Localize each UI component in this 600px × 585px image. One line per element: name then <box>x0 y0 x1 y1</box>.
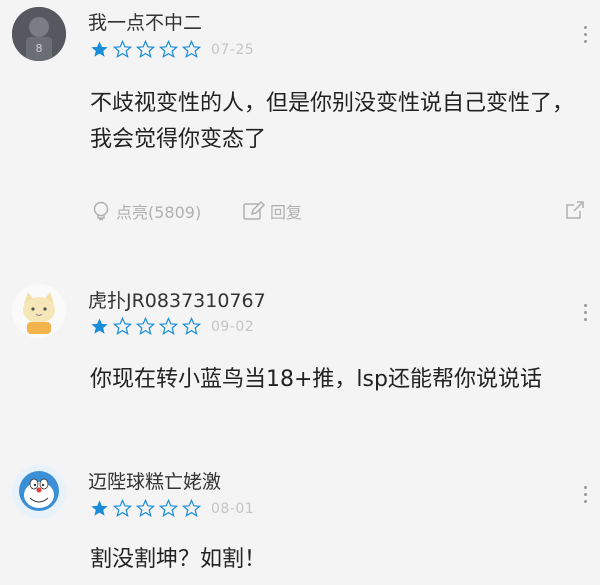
rating-stars: 09-02 <box>90 317 254 336</box>
comment-item: 虎扑JR0837310767 09-02 你现在转小蓝鸟当18+推，lsp还能帮… <box>0 270 600 440</box>
star-filled-icon <box>91 41 108 57</box>
star-empty-icon <box>113 499 132 518</box>
username[interactable]: 我一点不中二 <box>88 8 202 35</box>
avatar[interactable]: 8 <box>12 7 66 61</box>
star-filled-icon <box>91 318 108 334</box>
share-icon <box>566 201 584 219</box>
star-empty-icon <box>136 317 155 336</box>
reply-edit-icon <box>243 200 266 220</box>
star-empty-icon <box>182 317 201 336</box>
star-empty-icon <box>182 40 201 59</box>
comment-date: 09-02 <box>211 318 255 335</box>
comment-item: 8 我一点不中二 07-25 不歧视变性的人，但是你别没变性说自己变性了，我会觉… <box>0 0 600 250</box>
comment-text: 不歧视变性的人，但是你别没变性说自己变性了，我会觉得你变态了 <box>90 91 575 152</box>
comment-actions: 点亮(5809) 回复 <box>90 197 590 227</box>
comment-date: 08-01 <box>211 500 255 517</box>
like-count-label: 点亮(5809) <box>116 203 202 222</box>
star-empty-icon <box>159 499 178 518</box>
avatar[interactable] <box>12 284 66 338</box>
more-vertical-icon[interactable] <box>582 486 588 503</box>
star-empty-icon <box>136 40 155 59</box>
more-vertical-icon[interactable] <box>582 304 588 321</box>
comment-date: 07-25 <box>211 41 255 58</box>
avatar-badge: 8 <box>36 42 43 55</box>
star-empty-icon <box>113 317 132 336</box>
username[interactable]: 迈陛球糕亡姥激 <box>88 467 221 494</box>
star-filled-icon <box>91 500 108 516</box>
star-empty-icon <box>159 317 178 336</box>
share-button[interactable] <box>564 199 590 221</box>
star-empty-icon <box>182 499 201 518</box>
comment-text: 割没割坤？如割！ <box>90 547 267 572</box>
avatar[interactable] <box>12 465 66 519</box>
reply-label: 回复 <box>270 203 303 222</box>
username[interactable]: 虎扑JR0837310767 <box>88 286 266 313</box>
comment-item: 迈陛球糕亡姥激 08-01 割没割坤？如割！ <box>0 455 600 585</box>
star-empty-icon <box>113 40 132 59</box>
star-empty-icon <box>159 40 178 59</box>
reply-button[interactable]: 回复 <box>242 199 302 223</box>
rating-stars: 08-01 <box>90 499 254 518</box>
more-vertical-icon[interactable] <box>582 26 588 43</box>
comment-text: 你现在转小蓝鸟当18+推，lsp还能帮你说说话 <box>90 367 542 392</box>
star-empty-icon <box>136 499 155 518</box>
lightbulb-icon <box>93 201 109 221</box>
rating-stars: 07-25 <box>90 40 254 59</box>
like-button[interactable]: 点亮(5809) <box>90 199 201 223</box>
